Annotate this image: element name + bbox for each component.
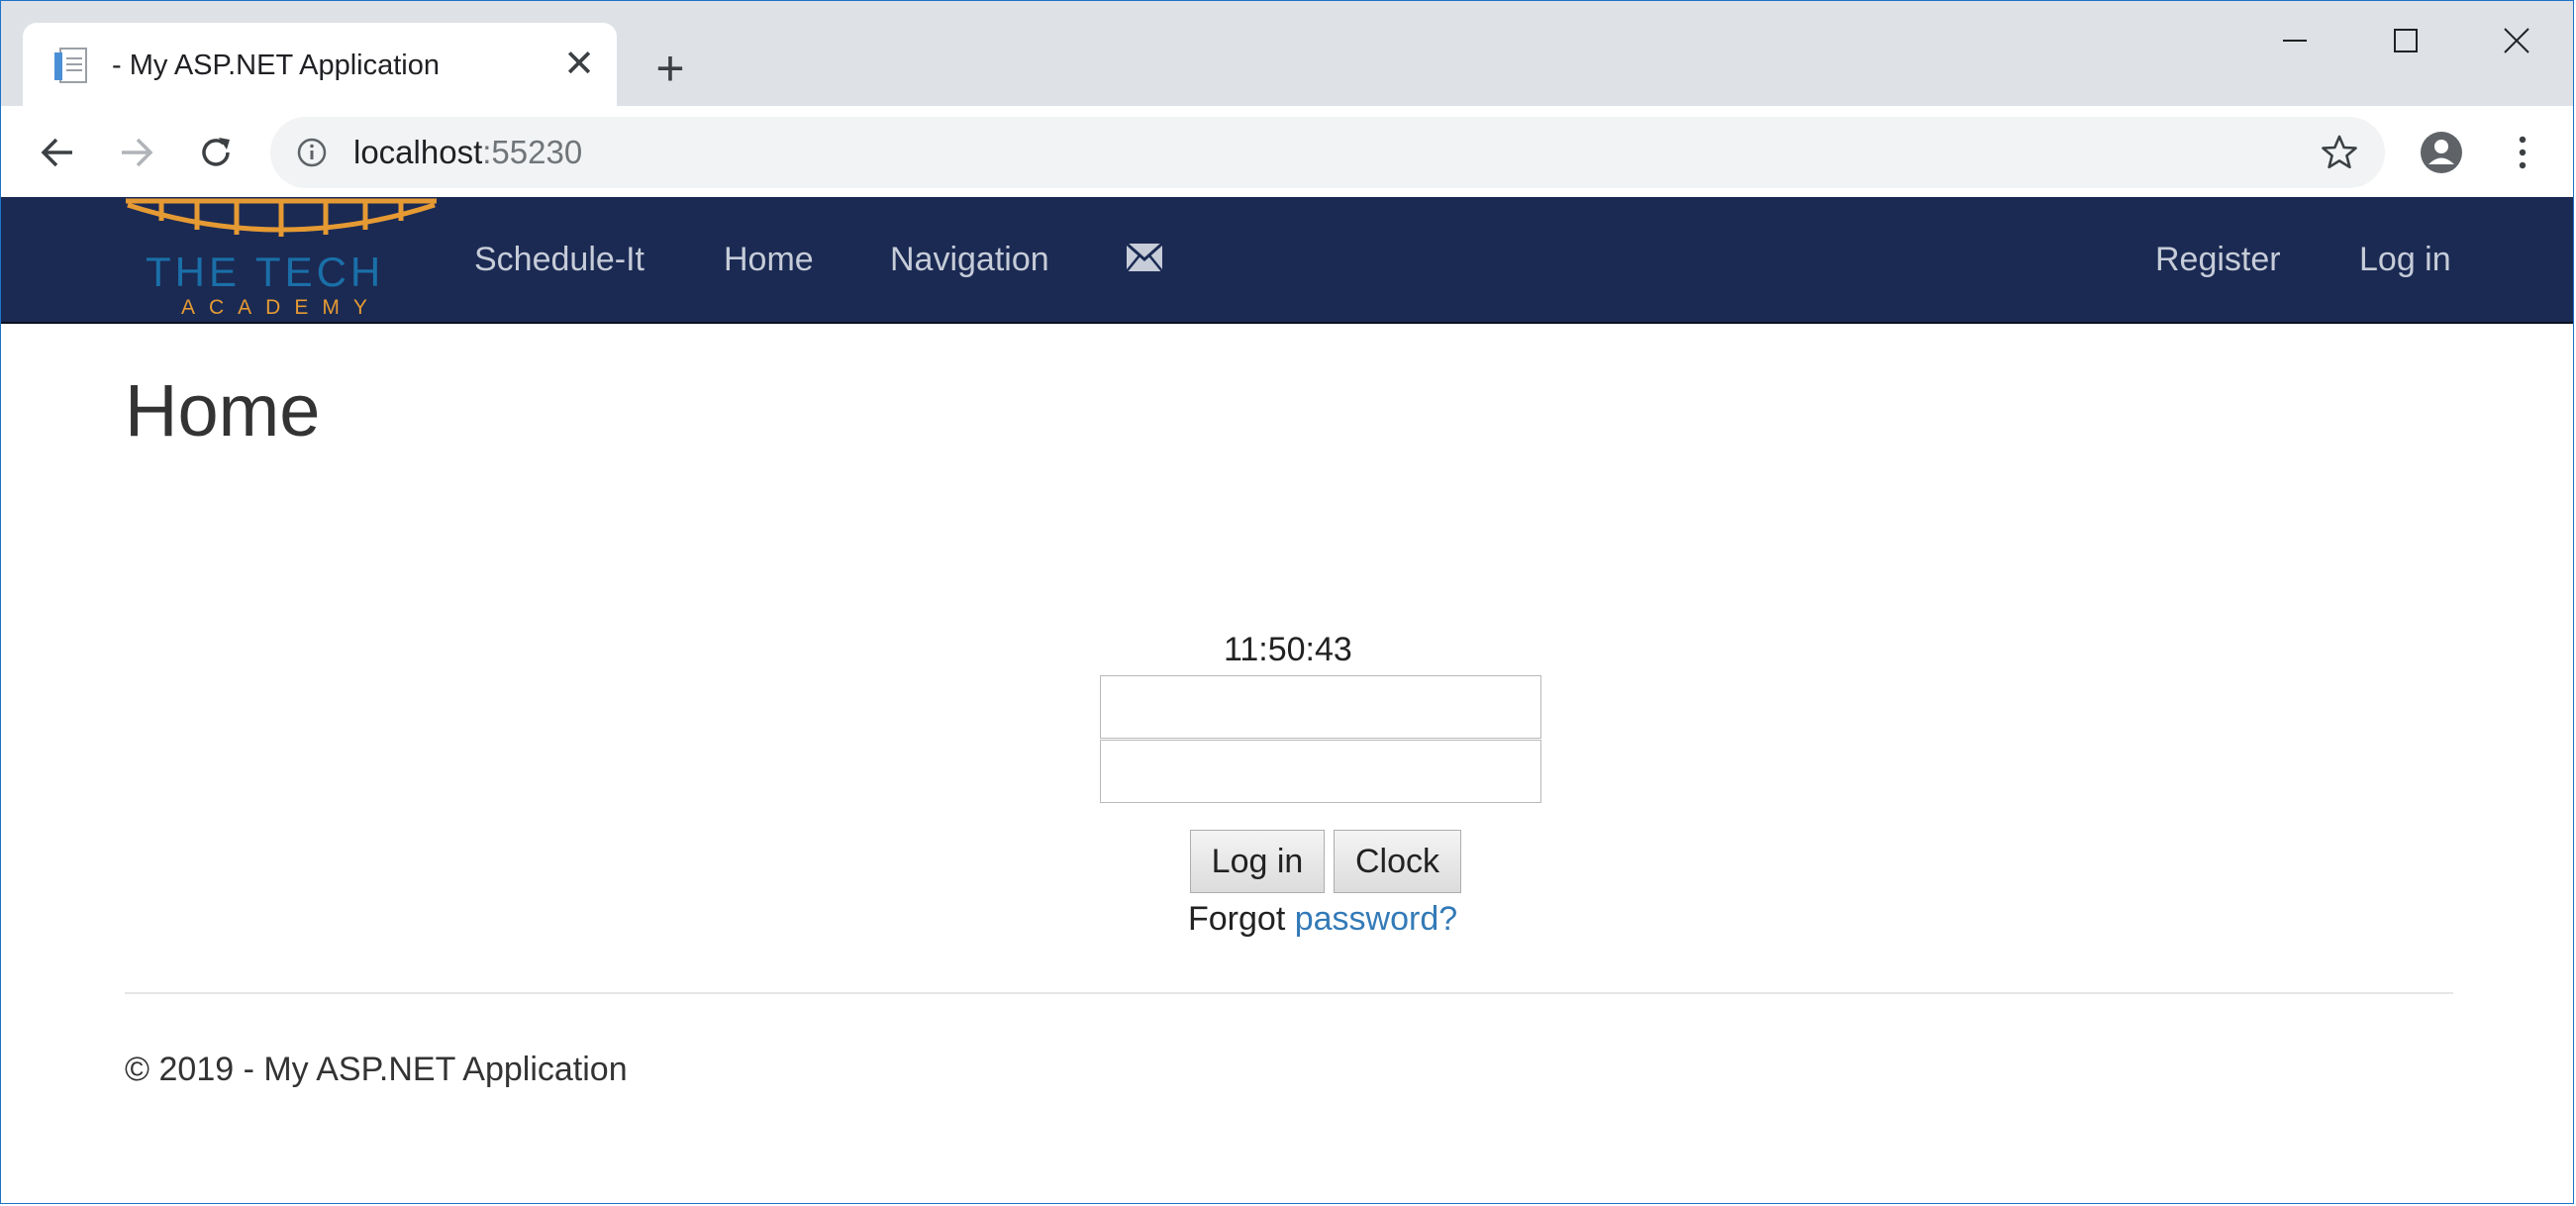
- tab-title: - My ASP.NET Application: [112, 50, 440, 81]
- url-port: :55230: [482, 134, 583, 170]
- new-tab-button[interactable]: +: [644, 43, 696, 94]
- forgot-password: Forgot password?: [1188, 897, 1457, 941]
- url-host: localhost: [353, 134, 483, 170]
- forgot-password-link[interactable]: password?: [1295, 900, 1457, 938]
- logo-text: THE TECH: [146, 249, 385, 295]
- close-window-button[interactable]: [2462, 1, 2571, 80]
- logo-subtext: ACADEMY: [181, 296, 381, 319]
- browser-toolbar: localhost:55230: [1, 106, 2573, 197]
- close-icon: [2504, 28, 2529, 53]
- page-title: Home: [125, 369, 321, 452]
- document-icon: [54, 48, 87, 83]
- site-logo[interactable]: THE TECH ACADEMY: [126, 197, 437, 322]
- address-bar[interactable]: localhost:55230: [270, 117, 2385, 188]
- envelope-icon[interactable]: [1126, 243, 1163, 272]
- back-arrow-icon: [41, 138, 72, 167]
- minimize-icon: [2283, 40, 2307, 42]
- maximize-button[interactable]: [2351, 1, 2460, 80]
- tab-close-icon[interactable]: ✕: [557, 43, 601, 86]
- forward-arrow-icon: [122, 138, 153, 167]
- back-button[interactable]: [31, 126, 84, 179]
- url-text[interactable]: localhost:55230: [353, 117, 582, 188]
- username-field[interactable]: [1100, 675, 1541, 739]
- bridge-logo-icon: [126, 198, 437, 237]
- star-icon[interactable]: [2320, 133, 2359, 172]
- reload-button[interactable]: [189, 126, 243, 179]
- nav-link-log-in[interactable]: Log in: [2359, 197, 2451, 322]
- more-button[interactable]: [2496, 126, 2549, 179]
- forgot-prefix: Forgot: [1188, 900, 1286, 938]
- reload-icon: [202, 138, 230, 166]
- footer-divider: [125, 992, 2453, 994]
- site-navbar: THE TECH ACADEMY Schedule-It Home Naviga…: [1, 197, 2573, 324]
- nav-link-register[interactable]: Register: [2155, 197, 2281, 322]
- login-button[interactable]: Log in: [1190, 830, 1325, 893]
- nav-link-schedule-it[interactable]: Schedule-It: [474, 197, 644, 322]
- maximize-icon: [2394, 29, 2418, 52]
- account-button[interactable]: [2415, 126, 2468, 179]
- info-icon[interactable]: [296, 137, 328, 168]
- browser-tab[interactable]: - My ASP.NET Application ✕: [23, 23, 617, 107]
- forward-button[interactable]: [110, 126, 163, 179]
- password-field[interactable]: [1100, 740, 1541, 803]
- more-icon: [2519, 136, 2526, 169]
- minimize-button[interactable]: [2240, 1, 2349, 80]
- nav-link-navigation[interactable]: Navigation: [890, 197, 1049, 322]
- clock-button[interactable]: Clock: [1334, 830, 1461, 893]
- account-icon: [2421, 132, 2462, 173]
- clock-label: 11:50:43: [1224, 631, 1352, 668]
- nav-link-home[interactable]: Home: [724, 197, 814, 322]
- tab-strip: - My ASP.NET Application ✕ +: [1, 1, 2573, 107]
- footer-copyright: © 2019 - My ASP.NET Application: [125, 1051, 628, 1088]
